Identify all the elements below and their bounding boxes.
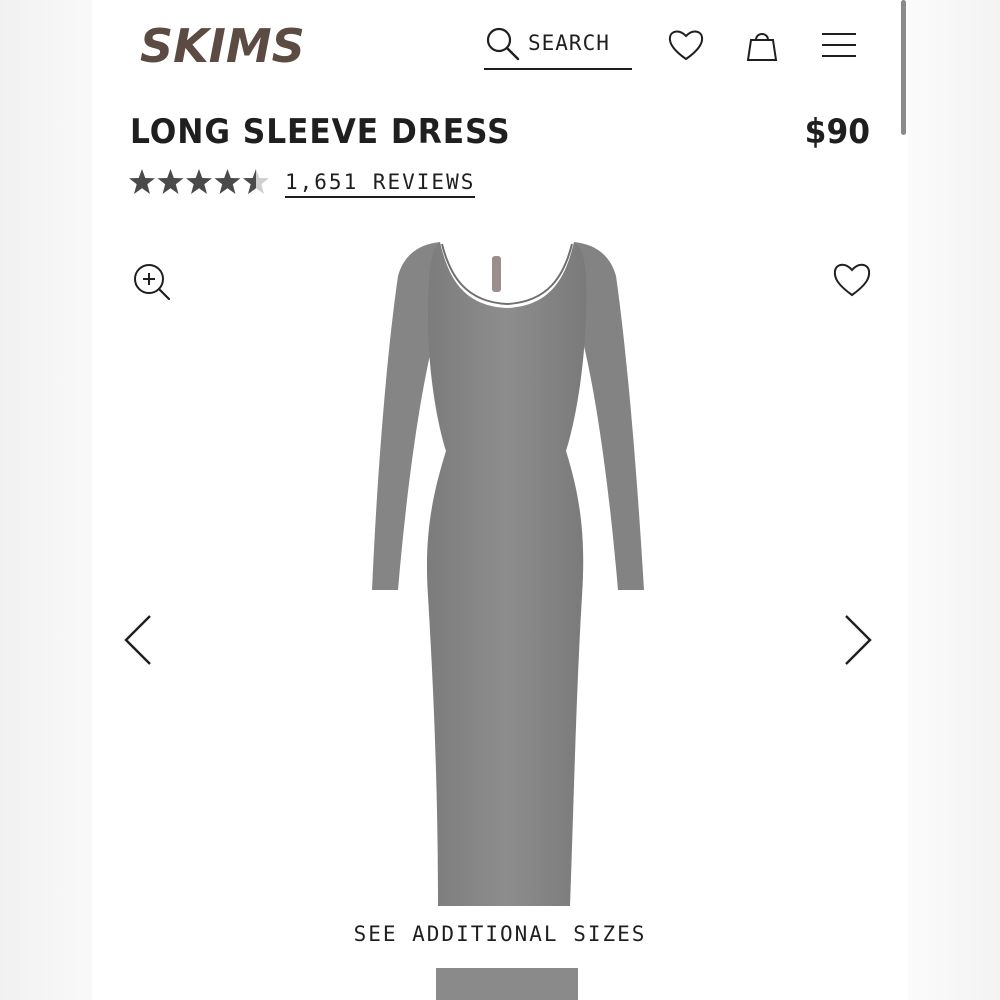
brand-logo[interactable]: SKIMS bbox=[138, 16, 328, 73]
half-star-icon bbox=[243, 169, 269, 194]
scrollbar[interactable] bbox=[901, 0, 906, 135]
star-icon bbox=[214, 169, 241, 194]
heart-icon[interactable] bbox=[832, 260, 872, 300]
search-label: SEARCH bbox=[528, 31, 610, 55]
star-icon bbox=[186, 169, 212, 194]
left-margin bbox=[0, 0, 92, 1000]
hamburger-menu-icon[interactable] bbox=[820, 26, 858, 64]
right-margin bbox=[908, 0, 1000, 1000]
search-icon bbox=[486, 27, 520, 61]
shopping-bag-icon[interactable] bbox=[743, 26, 781, 64]
search-button[interactable]: SEARCH bbox=[484, 24, 632, 70]
product-price: $90 bbox=[804, 112, 870, 152]
zoom-in-icon[interactable] bbox=[132, 262, 172, 302]
chevron-right-icon[interactable] bbox=[842, 612, 874, 668]
star-icon bbox=[157, 169, 184, 194]
next-product-image bbox=[436, 968, 578, 1000]
brand-logo-text: SKIMS bbox=[140, 19, 305, 72]
see-additional-sizes-link[interactable]: SEE ADDITIONAL SIZES bbox=[92, 922, 908, 946]
product-image[interactable] bbox=[362, 236, 652, 906]
heart-icon[interactable] bbox=[667, 26, 705, 64]
reviews-link[interactable]: 1,651 REVIEWS bbox=[285, 170, 476, 198]
product-page: SKIMS SEARCH LONG SLEEVE DRESS $90 1,651… bbox=[92, 0, 908, 1000]
product-title: LONG SLEEVE DRESS bbox=[130, 112, 511, 152]
rating-stars bbox=[129, 169, 269, 194]
chevron-left-icon[interactable] bbox=[122, 612, 154, 668]
star-icon bbox=[129, 169, 155, 194]
